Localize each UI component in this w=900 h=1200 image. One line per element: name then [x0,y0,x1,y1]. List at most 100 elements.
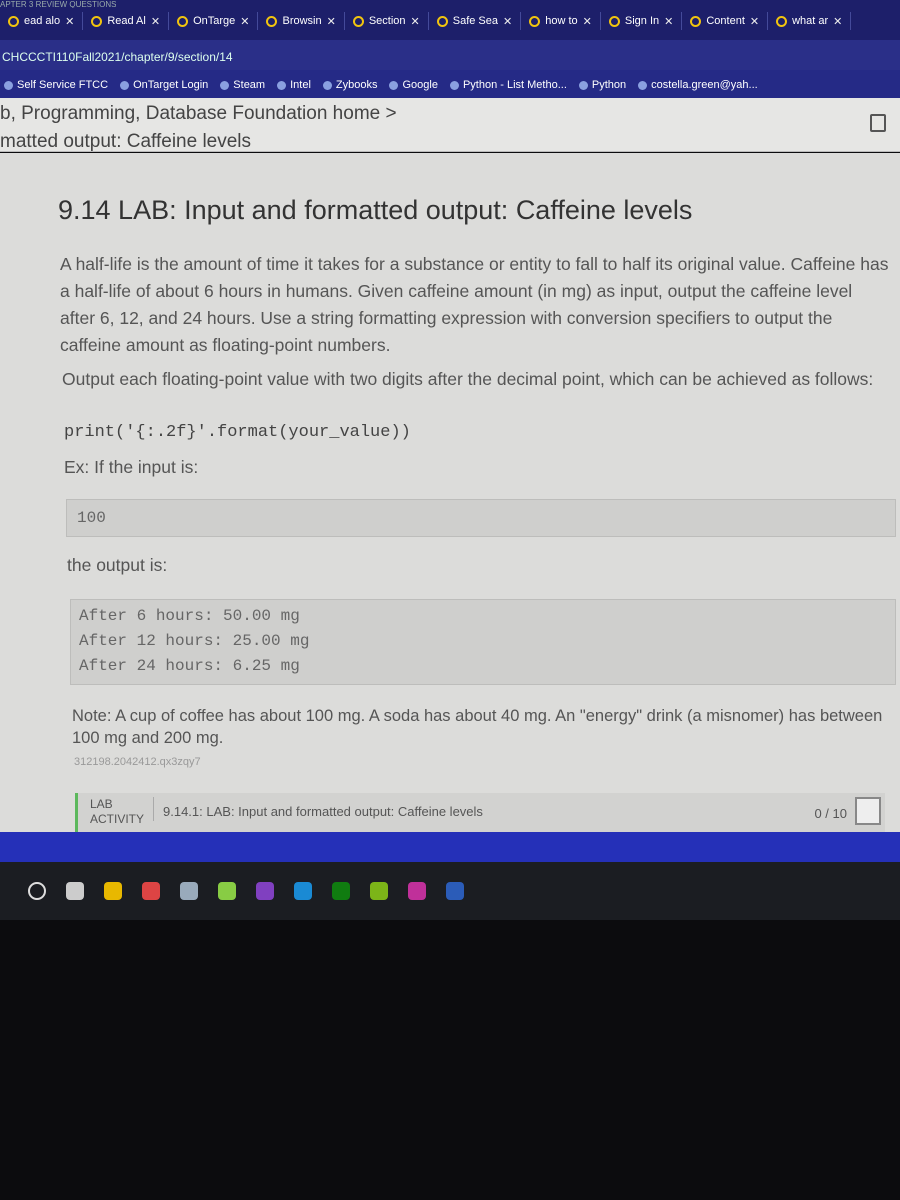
close-icon[interactable]: ✕ [583,15,592,28]
app-icon[interactable] [180,882,198,900]
bookmark-icon [322,80,332,90]
task-view-icon[interactable] [66,882,84,900]
tab-label: ead alo [24,15,61,27]
example-output: After 6 hours: 50.00 mg After 12 hours: … [70,599,896,685]
file-explorer-icon[interactable] [104,882,122,900]
completion-badge-icon [855,797,881,825]
browser-tab[interactable]: Content ✕ [682,12,769,30]
bookmark[interactable]: Python - List Metho... [449,79,567,91]
description: A half-life is the amount of time it tak… [60,254,889,355]
bookmark[interactable]: OnTarget Login [120,79,208,91]
bookmark[interactable]: Python [578,79,627,91]
notepad-icon[interactable] [218,882,236,900]
bookmark[interactable]: Self Service FTCC [4,79,108,91]
close-icon[interactable]: ✕ [151,15,160,28]
tab-label: Section [368,15,406,27]
browser-tab[interactable]: OnTarge ✕ [169,12,259,30]
example-input: 100 [66,499,896,537]
output-line: After 12 hours: 25.00 mg [79,632,310,650]
github-icon[interactable] [256,882,274,900]
browser-tab[interactable]: Browsin ✕ [258,12,345,30]
tab-favicon-icon [177,15,189,27]
tab-favicon-icon [436,15,448,27]
browser-tab[interactable]: what ar ✕ [768,12,852,30]
xbox-icon[interactable] [332,882,350,900]
tab-label: what ar [792,15,829,27]
browser-tab[interactable]: ead alo ✕ [0,12,84,30]
bookmark-label: Google [402,79,438,91]
output-line: After 24 hours: 6.25 mg [79,657,300,675]
browser-tab[interactable]: Read Al ✕ [83,12,170,30]
output-line: After 6 hours: 50.00 mg [79,607,300,625]
browser-tab[interactable]: Safe Sea ✕ [429,12,522,30]
tab-label: Browsin [282,15,322,27]
tab-label: Content [706,15,745,27]
close-icon[interactable]: ✕ [503,15,512,28]
browser-tab[interactable]: Section ✕ [345,12,429,30]
bookmark-label: costella.green@yah... [651,79,758,91]
tab-favicon-icon [91,15,103,27]
tab-favicon-icon [266,15,278,27]
top-strip-text: APTER 3 REVIEW QUESTIONS [0,0,117,8]
page-subtitle: matted output: Caffeine levels [0,131,252,152]
close-icon[interactable]: ✕ [411,15,420,28]
tab-label: Sign In [624,15,660,27]
close-icon[interactable]: ✕ [750,15,759,28]
note: Note: A cup of coffee has about 100 mg. … [72,707,883,747]
bookmark-icon [389,80,399,90]
output-label: the output is: [67,555,168,575]
lab-title: 9.14.1: LAB: Input and formatted output:… [163,804,483,819]
code-example: print('{:.2f}'.format(your_value)) [64,423,411,442]
browser-tab[interactable]: Sign In ✕ [601,12,683,30]
bookmark-label: Python [591,79,627,91]
edge-icon[interactable] [294,882,312,900]
webroot-icon[interactable] [370,882,388,900]
tab-label: how to [545,15,578,27]
bookmark[interactable]: costella.green@yah... [638,79,758,91]
close-icon[interactable]: ✕ [664,15,673,28]
close-icon[interactable]: ✕ [833,15,842,28]
bookmark-label: Python - List Metho... [462,79,567,91]
example-label: Ex: If the input is: [64,457,199,477]
word-icon[interactable] [446,882,464,900]
close-icon[interactable]: ✕ [327,15,336,28]
bookmark[interactable]: Intel [277,79,311,91]
bookmark-icon [638,80,648,90]
chrome-icon[interactable] [142,882,160,900]
breadcrumb[interactable]: b, Programming, Database Foundation home… [0,100,900,128]
close-icon[interactable]: ✕ [240,15,249,28]
taskbar [0,862,900,920]
tab-favicon-icon [608,15,620,27]
bookmark[interactable]: Zybooks [322,79,378,91]
footer-bar [0,832,900,862]
browser-tab[interactable]: how to ✕ [521,12,601,30]
tab-favicon-icon [529,15,541,27]
lab-activity-bar[interactable]: LAB ACTIVITY 9.14.1: LAB: Input and forma… [75,793,885,833]
bookmark-icon [120,80,130,90]
address-bar[interactable]: CHCCCTI110Fall2021/chapter/9/section/14 [0,40,900,70]
bookmark-icon [4,80,13,90]
bookmark-icon [277,80,287,90]
tab-favicon-icon [8,15,19,27]
bookmarks-bar: Self Service FTCC OnTarget Login Steam Inte… [0,70,900,100]
search-icon[interactable] [28,882,46,900]
bookmark-icon [449,80,459,90]
app-icon[interactable] [408,882,426,900]
close-icon[interactable]: ✕ [65,15,74,28]
bookmark-label: Steam [233,79,266,91]
bookmark[interactable]: Steam [220,79,265,91]
lab-tag: LAB ACTIVITY [90,797,145,826]
lab-content: 9.14 LAB: Input and formatted output: Ca… [0,153,900,833]
format-instructions: Output each floating-point value with tw… [62,369,874,389]
tab-strip: APTER 3 REVIEW QUESTIONS ead alo ✕ Read Al… [0,0,900,40]
page-title: 9.14 LAB: Input and formatted output: Ca… [58,195,693,225]
table-of-contents-icon[interactable] [870,114,886,132]
bookmark[interactable]: Google [389,79,438,91]
score: 0 / 10 [814,806,847,821]
bookmark-label: Intel [290,79,311,91]
page-header: b, Programming, Database Foundation home… [0,98,900,152]
tab-favicon-icon [776,15,788,27]
bookmark-icon [578,80,588,90]
bookmark-label: OnTarget Login [133,79,209,91]
bookmark-label: Zybooks [335,79,378,91]
